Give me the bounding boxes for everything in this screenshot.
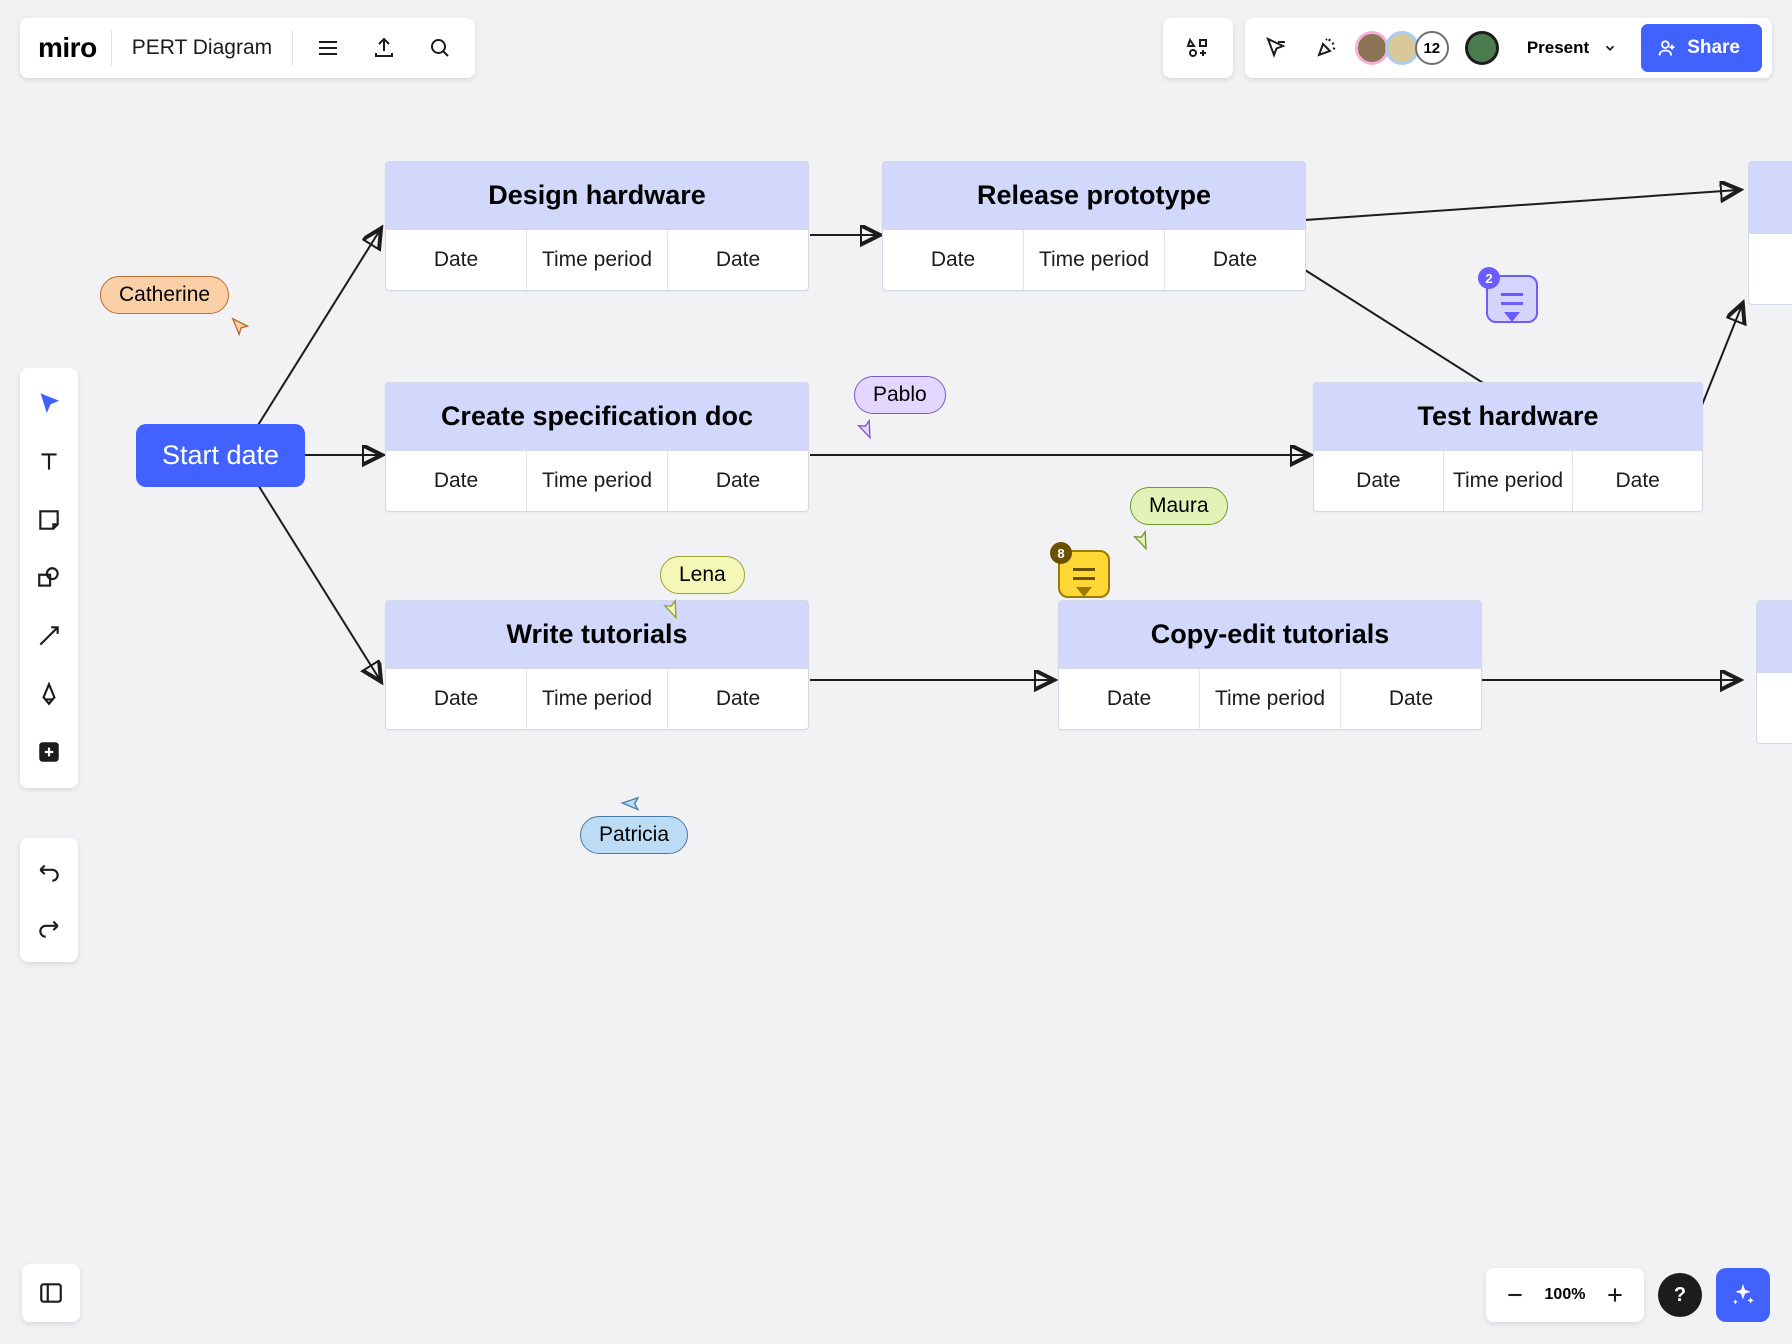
task-cell-date[interactable]: Date [386, 451, 526, 511]
task-row: Date Time period Date [386, 669, 808, 729]
cursor-label: Patricia [580, 816, 688, 854]
task-cell-date[interactable]: Date [386, 230, 526, 290]
task-row: Date Time period Date [1314, 451, 1702, 511]
cursor-label: Pablo [854, 376, 946, 414]
task-row: Date Time period Date [386, 230, 808, 290]
task-row: Date Time period Date [1059, 669, 1481, 729]
task-cell-date[interactable]: Date [1059, 669, 1199, 729]
task-cell-period[interactable]: Time period [1443, 451, 1573, 511]
task-write-tutorials[interactable]: Write tutorials Date Time period Date [385, 600, 809, 730]
cursor-pointer-icon [1127, 524, 1155, 552]
zoom-out-button[interactable] [1494, 1274, 1536, 1316]
task-cell-period[interactable]: Time period [526, 230, 667, 290]
task-design-hardware[interactable]: Design hardware Date Time period Date [385, 161, 809, 291]
panel-icon [38, 1280, 64, 1306]
cursor-pointer-icon [851, 413, 879, 441]
help-button[interactable]: ? [1658, 1273, 1702, 1317]
zoom-in-button[interactable] [1594, 1274, 1636, 1316]
task-cell-date[interactable]: Date [1572, 451, 1702, 511]
comment-bubble[interactable]: 8 [1058, 550, 1110, 598]
node-label: Start date [162, 440, 279, 470]
comment-bubble[interactable]: 2 [1486, 275, 1538, 323]
cursor-label: Lena [660, 556, 745, 594]
task-title: Create specification doc [386, 383, 808, 451]
task-release-prototype[interactable]: Release prototype Date Time period Date [882, 161, 1306, 291]
comment-lines-icon [1501, 293, 1523, 305]
cursor-patricia: Patricia [580, 792, 688, 854]
task-title: Copy-edit tutorials [1059, 601, 1481, 669]
task-row: Date Time period Date [386, 451, 808, 511]
cursor-pointer-icon [657, 593, 685, 621]
task-title: Design hardware [386, 162, 808, 230]
cursor-label: Catherine [100, 276, 229, 314]
task-cell-period[interactable]: Time period [1199, 669, 1340, 729]
canvas[interactable]: Start date Design hardware Date Time per… [0, 0, 1792, 1344]
task-row: Date Time period Date [883, 230, 1305, 290]
task-title: Test hardware [1314, 383, 1702, 451]
cursor-maura: Maura [1130, 487, 1228, 549]
cursor-label: Maura [1130, 487, 1228, 525]
zoom-level[interactable]: 100% [1542, 1286, 1588, 1304]
minus-icon [1505, 1285, 1525, 1305]
task-cell-date[interactable]: Date [1314, 451, 1443, 511]
task-cell-date[interactable]: Date [667, 669, 808, 729]
cursor-pointer-icon [230, 316, 252, 338]
task-create-spec[interactable]: Create specification doc Date Time perio… [385, 382, 809, 512]
comment-lines-icon [1073, 568, 1095, 580]
sparkle-icon [1730, 1282, 1756, 1308]
task-offscreen[interactable] [1748, 161, 1792, 305]
task-cell-date[interactable]: Date [1340, 669, 1481, 729]
task-cell-date[interactable]: Date [883, 230, 1023, 290]
cursor-pablo: Pablo [854, 376, 946, 438]
task-cell-date[interactable]: Date [386, 669, 526, 729]
frames-panel-button[interactable] [22, 1264, 80, 1322]
zoom-controls: 100% [1486, 1268, 1644, 1322]
comment-count-badge: 2 [1478, 267, 1500, 289]
task-title: Release prototype [883, 162, 1305, 230]
task-test-hardware[interactable]: Test hardware Date Time period Date [1313, 382, 1703, 512]
task-cell-period[interactable]: Time period [526, 669, 667, 729]
task-cell-date[interactable]: Date [1164, 230, 1305, 290]
bottom-right-controls: 100% ? [1486, 1268, 1770, 1322]
task-cell-period[interactable]: Time period [1023, 230, 1164, 290]
task-offscreen[interactable] [1756, 600, 1792, 744]
task-copy-edit-tutorials[interactable]: Copy-edit tutorials Date Time period Dat… [1058, 600, 1482, 730]
cursor-lena: Lena [660, 556, 745, 618]
comment-count-badge: 8 [1050, 542, 1072, 564]
task-cell-date[interactable]: Date [667, 230, 808, 290]
node-start-date[interactable]: Start date [136, 424, 305, 487]
cursor-catherine: Catherine [100, 276, 252, 338]
plus-icon [1605, 1285, 1625, 1305]
task-cell-date[interactable]: Date [667, 451, 808, 511]
ai-assist-button[interactable] [1716, 1268, 1770, 1322]
task-cell-period[interactable]: Time period [526, 451, 667, 511]
cursor-pointer-icon [618, 787, 649, 818]
